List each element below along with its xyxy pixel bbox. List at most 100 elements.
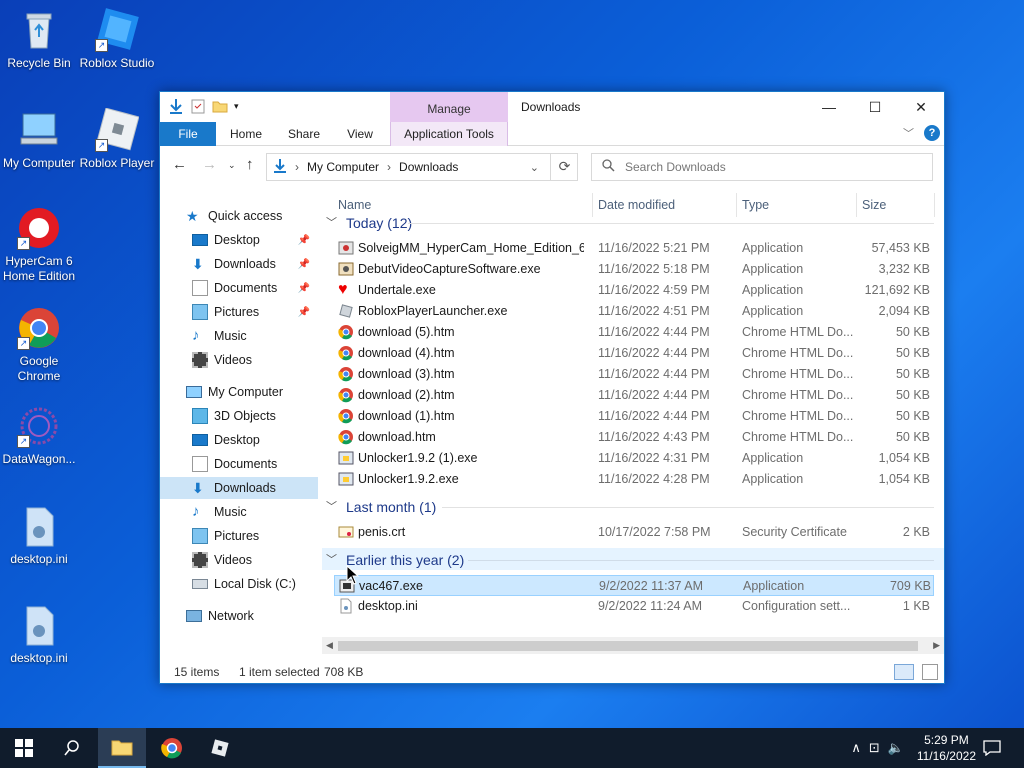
table-row[interactable]: download (3).htm 11/16/2022 4:44 PM Chrome… xyxy=(334,364,934,385)
desktop-icon-desktop-ini-2[interactable]: desktop.ini xyxy=(0,603,78,666)
taskbar-file-explorer[interactable] xyxy=(98,728,146,768)
desktop-icon-roblox-player[interactable]: ↗ Roblox Player xyxy=(78,107,156,171)
nav-mc-desktop[interactable]: Desktop xyxy=(160,429,318,451)
file-size: 3,232 KB xyxy=(878,262,930,276)
file-size: 121,692 KB xyxy=(864,283,930,297)
pin-icon[interactable]: 📌 xyxy=(298,283,310,294)
network-icon[interactable]: ⊡ xyxy=(869,740,880,756)
help-icon[interactable]: ? xyxy=(924,125,940,141)
table-row[interactable]: penis.crt 10/17/2022 7:58 PM Security Cert… xyxy=(334,522,934,543)
large-icons-view-icon[interactable] xyxy=(922,664,938,680)
nav-mc-downloads[interactable]: ⬇ Downloads xyxy=(160,477,318,499)
search-input[interactable]: Search Downloads xyxy=(591,153,933,181)
table-row[interactable]: Unlocker1.9.2.exe 11/16/2022 4:28 PM Appli… xyxy=(334,469,934,490)
nav-mc-music[interactable]: ♪ Music xyxy=(160,501,318,523)
nav-qa-videos[interactable]: Videos xyxy=(160,349,318,371)
column-separator[interactable] xyxy=(934,193,935,217)
manage-tab[interactable]: Manage xyxy=(390,92,508,122)
recent-locations-chevron-icon[interactable]: ⌄ xyxy=(228,160,236,171)
desktop-icon-google-chrome[interactable]: ↗ Google Chrome xyxy=(0,306,78,384)
application-icon xyxy=(338,240,354,256)
table-row[interactable]: download (5).htm 11/16/2022 4:44 PM Chrome… xyxy=(334,322,934,343)
expand-ribbon-icon[interactable]: ﹀ xyxy=(903,125,914,141)
column-header-date-modified[interactable]: Date modified xyxy=(598,193,675,217)
dropdown-chevron-icon[interactable]: ▾ xyxy=(234,98,250,114)
horizontal-scrollbar[interactable]: ◀ ▶ xyxy=(322,637,944,654)
back-arrow-icon[interactable]: ← xyxy=(172,156,187,173)
group-header-today[interactable]: ﹀ Today (12) xyxy=(326,212,412,234)
scroll-right-arrow-icon[interactable]: ▶ xyxy=(933,637,940,654)
nav-mc-3d-objects[interactable]: 3D Objects xyxy=(160,405,318,427)
down-arrow-icon[interactable] xyxy=(168,98,184,114)
nav-my-computer[interactable]: My Computer xyxy=(160,381,318,403)
new-folder-icon[interactable] xyxy=(212,98,228,114)
table-row[interactable]: DebutVideoCaptureSoftware.exe 11/16/2022 … xyxy=(334,259,934,280)
breadcrumb-downloads[interactable]: Downloads xyxy=(399,160,458,174)
nav-qa-downloads[interactable]: ⬇ Downloads 📌 xyxy=(160,253,318,275)
table-row[interactable]: download (4).htm 11/16/2022 4:44 PM Chrome… xyxy=(334,343,934,364)
nav-mc-pictures[interactable]: Pictures xyxy=(160,525,318,547)
maximize-button[interactable]: ☐ xyxy=(852,92,898,122)
properties-icon[interactable] xyxy=(190,98,206,114)
address-box[interactable]: › My Computer › Downloads ⌄ xyxy=(266,153,578,181)
breadcrumb-my-computer[interactable]: My Computer xyxy=(307,160,379,174)
nav-qa-documents[interactable]: Documents 📌 xyxy=(160,277,318,299)
column-separator[interactable] xyxy=(592,193,593,217)
table-row[interactable]: ♥ Undertale.exe 11/16/2022 4:59 PM Applicat… xyxy=(334,280,934,301)
column-header-size[interactable]: Size xyxy=(862,193,886,217)
volume-muted-icon[interactable]: 🔈 xyxy=(888,740,904,756)
tab-view[interactable]: View xyxy=(332,122,388,146)
desktop-icon-hypercam[interactable]: ↗ HyperCam 6 Home Edition xyxy=(0,206,78,284)
nav-mc-local-disk[interactable]: Local Disk (C:) xyxy=(160,573,318,595)
desktop-icon-datawagon[interactable]: ↗ DataWagon... xyxy=(0,404,78,467)
pin-icon[interactable]: 📌 xyxy=(298,307,310,318)
notifications-button[interactable] xyxy=(968,728,1016,768)
table-row-selected[interactable]: vac467.exe 9/2/2022 11:37 AM Application 70… xyxy=(334,575,934,596)
scrollbar-thumb[interactable] xyxy=(338,641,918,651)
group-header-last-month[interactable]: ﹀ Last month (1) xyxy=(326,496,436,518)
chrome-icon xyxy=(338,408,354,424)
table-row[interactable]: RobloxPlayerLauncher.exe 11/16/2022 4:51 … xyxy=(334,301,934,322)
nav-qa-pictures[interactable]: Pictures 📌 xyxy=(160,301,318,323)
minimize-button[interactable]: — xyxy=(806,92,852,122)
desktop-icon-my-computer[interactable]: My Computer xyxy=(0,108,78,171)
nav-network[interactable]: Network xyxy=(160,605,318,627)
pin-icon[interactable]: 📌 xyxy=(298,235,310,246)
details-view-icon[interactable] xyxy=(894,664,914,680)
file-date: 11/16/2022 4:51 PM xyxy=(598,304,710,318)
table-row[interactable]: download.htm 11/16/2022 4:43 PM Chrome HTM… xyxy=(334,427,934,448)
tab-share[interactable]: Share xyxy=(276,122,332,146)
search-button[interactable] xyxy=(48,728,96,768)
table-row[interactable]: desktop.ini 9/2/2022 11:24 AM Configuratio… xyxy=(334,596,934,617)
column-separator[interactable] xyxy=(856,193,857,217)
nav-qa-music[interactable]: ♪ Music xyxy=(160,325,318,347)
table-row[interactable]: download (2).htm 11/16/2022 4:44 PM Chrome… xyxy=(334,385,934,406)
up-arrow-icon[interactable]: ↑ xyxy=(246,156,254,173)
nav-mc-videos[interactable]: Videos xyxy=(160,549,318,571)
table-row[interactable]: Unlocker1.9.2 (1).exe 11/16/2022 4:31 PM A… xyxy=(334,448,934,469)
taskbar-roblox[interactable] xyxy=(196,728,244,768)
taskbar-chrome[interactable] xyxy=(148,728,196,768)
table-row[interactable]: download (1).htm 11/16/2022 4:44 PM Chrome… xyxy=(334,406,934,427)
table-row[interactable]: SolveigMM_HyperCam_Home_Edition_6... 11/1… xyxy=(334,238,934,259)
close-button[interactable]: ✕ xyxy=(898,92,944,122)
pin-icon[interactable]: 📌 xyxy=(298,259,310,270)
tab-file[interactable]: File xyxy=(160,122,216,146)
start-button[interactable] xyxy=(0,728,48,768)
title-bar[interactable]: ▾ Manage Downloads — ☐ ✕ xyxy=(160,92,944,122)
show-hidden-icons-icon[interactable]: ∧ xyxy=(851,740,861,756)
address-dropdown-icon[interactable]: ⌄ xyxy=(530,161,539,174)
tab-application-tools[interactable]: Application Tools xyxy=(390,122,508,146)
column-header-type[interactable]: Type xyxy=(742,193,769,217)
nav-mc-documents[interactable]: Documents xyxy=(160,453,318,475)
tab-home[interactable]: Home xyxy=(218,122,274,146)
desktop-icon-desktop-ini-1[interactable]: desktop.ini xyxy=(0,504,78,567)
nav-qa-desktop[interactable]: Desktop 📌 xyxy=(160,229,318,251)
column-separator[interactable] xyxy=(736,193,737,217)
desktop-icon-recycle-bin[interactable]: Recycle Bin xyxy=(0,8,78,71)
forward-arrow-icon[interactable]: → xyxy=(202,156,217,173)
scroll-left-arrow-icon[interactable]: ◀ xyxy=(326,637,333,654)
nav-quick-access[interactable]: ★ Quick access xyxy=(160,205,318,227)
refresh-button[interactable]: ⟳ xyxy=(550,153,578,181)
desktop-icon-roblox-studio[interactable]: ↗ Roblox Studio xyxy=(78,8,156,71)
